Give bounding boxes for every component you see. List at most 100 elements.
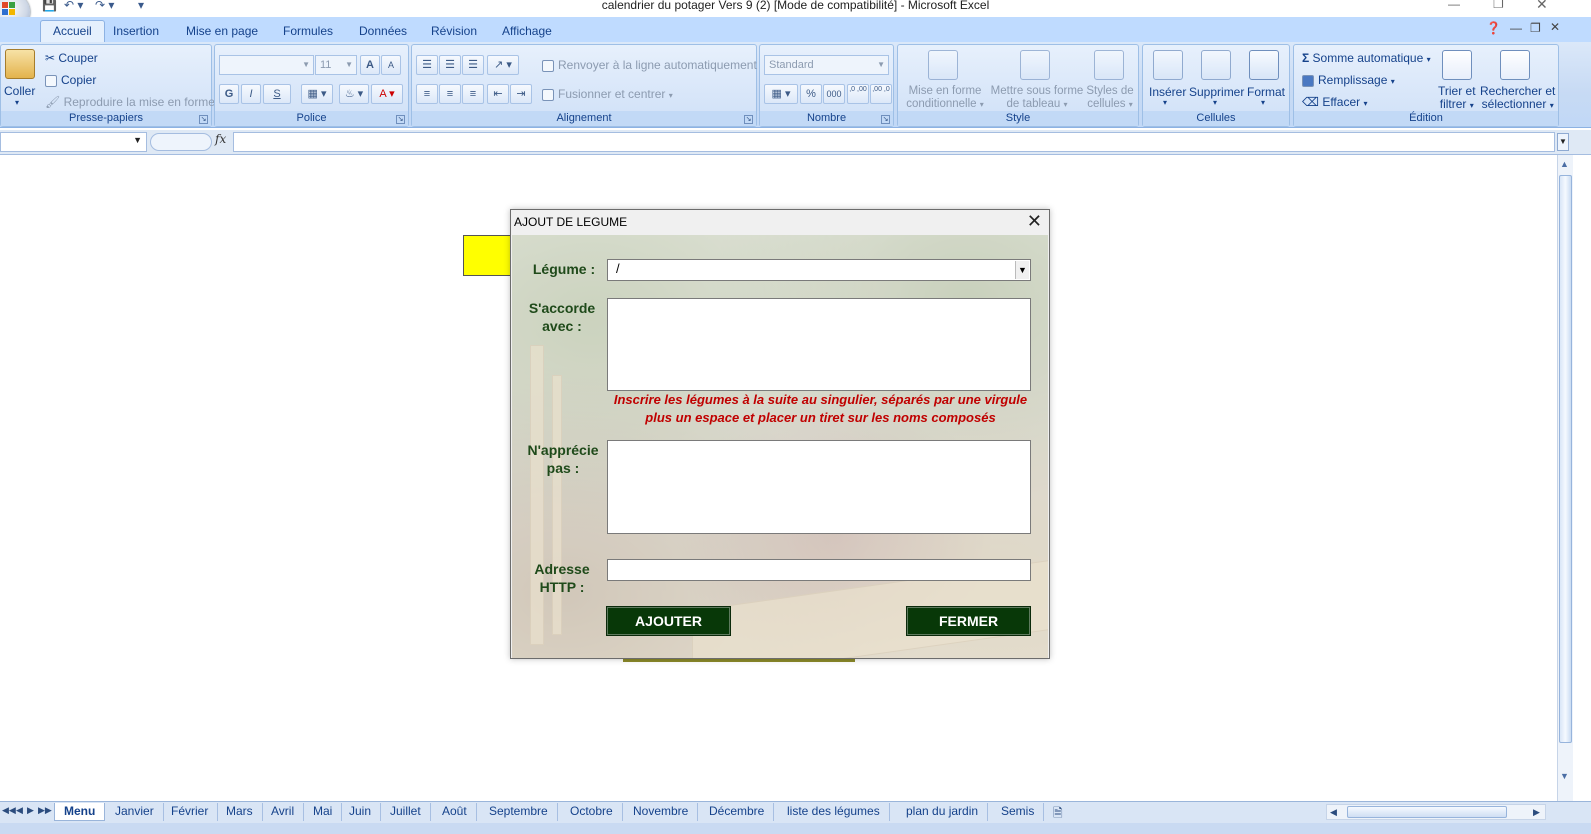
align-middle-icon[interactable]: ☰ [439,55,461,75]
http-address-input[interactable] [607,559,1031,581]
format-as-table-button[interactable]: Mettre sous forme de tableau ▾ [990,85,1084,111]
format-dropdown-icon[interactable]: ▾ [1261,98,1265,107]
saccorde-textarea[interactable] [607,298,1031,391]
ajouter-button[interactable]: AJOUTER [606,606,731,636]
close-window-icon[interactable]: ✕ [1536,0,1548,13]
tab-accueil[interactable]: Accueil [40,20,105,43]
expand-formula-bar-icon[interactable]: ▼ [1557,133,1569,151]
prev-sheet-icon[interactable]: ◀ [16,805,23,816]
currency-icon[interactable]: ▦ ▾ [764,84,798,104]
name-box-dropdown-icon[interactable]: ▼ [133,135,142,145]
ribbon-close-icon[interactable]: ✕ [1550,20,1560,34]
align-top-icon[interactable]: ☰ [416,55,438,75]
name-box[interactable]: ▼ [0,132,147,152]
font-name-combo[interactable]: ▼ [219,55,314,75]
fill-button[interactable]: Remplissage ▾ [1302,73,1395,87]
ribbon-restore-icon[interactable]: ❐ [1530,21,1541,35]
dialog-close-icon[interactable]: ✕ [1027,211,1042,232]
insert-dropdown-icon[interactable]: ▾ [1163,98,1167,107]
number-launcher-icon[interactable]: ↘ [881,115,890,124]
wrap-text-button[interactable]: Renvoyer à la ligne automatiquement [542,58,757,72]
scroll-right-icon[interactable]: ▶ [1533,807,1540,818]
tab-donnees[interactable]: Données [349,22,417,40]
scroll-up-icon[interactable]: ▲ [1560,159,1569,169]
next-sheet-icon[interactable]: ▶ [27,805,34,816]
sheet-tab-novembre[interactable]: Novembre [624,803,699,821]
scroll-down-icon[interactable]: ▼ [1560,771,1569,781]
sheet-tab-aout[interactable]: Août [433,803,477,821]
paste-button[interactable]: Coller [4,84,35,98]
sheet-tab-liste-des-legumes[interactable]: liste des légumes [778,803,890,821]
sheet-tab-avril[interactable]: Avril [262,803,305,821]
sort-filter-icon[interactable] [1442,50,1472,80]
align-center-icon[interactable]: ≡ [439,84,461,104]
sheet-tab-janvier[interactable]: Janvier [106,803,164,821]
sheet-tab-octobre[interactable]: Octobre [561,803,623,821]
sheet-tab-juin[interactable]: Juin [340,803,382,821]
vertical-scrollbar[interactable]: ▲ ▼ [1557,155,1573,801]
increase-decimal-button[interactable]: ,0 ,00 [847,84,869,104]
sheet-tab-mars[interactable]: Mars [217,803,263,821]
format-cells-button[interactable]: Format [1247,85,1285,99]
insert-function-button[interactable]: fx [215,132,226,146]
sheet-tab-menu[interactable]: Menu [54,803,106,821]
sheet-tab-septembre[interactable]: Septembre [480,803,558,821]
align-left-icon[interactable]: ≡ [416,84,438,104]
tab-mise-en-page[interactable]: Mise en page [176,22,268,40]
italic-button[interactable]: I [241,84,261,104]
format-painter-button[interactable]: 🖌 Reproduire la mise en forme [45,95,215,109]
legume-dropdown-icon[interactable]: ▼ [1015,261,1029,279]
sheet-tab-juillet[interactable]: Juillet [381,803,431,821]
sheet-tab-decembre[interactable]: Décembre [700,803,775,821]
font-launcher-icon[interactable]: ↘ [396,115,405,124]
clipboard-launcher-icon[interactable]: ↘ [199,115,208,124]
delete-cells-button[interactable]: Supprimer [1189,85,1244,99]
binoculars-icon[interactable] [1500,50,1530,80]
font-color-icon[interactable]: A ▾ [371,84,403,104]
copy-button[interactable]: Copier [45,73,96,87]
first-sheet-icon[interactable]: ◀◀ [2,805,16,816]
horizontal-scroll-thumb[interactable] [1347,806,1507,818]
clear-button[interactable]: ⌫ Effacer ▾ [1302,95,1367,109]
borders-icon[interactable]: ▦ ▾ [301,84,333,104]
cut-button[interactable]: ✂ Couper [45,51,98,65]
shrink-font-icon[interactable]: A [381,55,401,75]
find-select-button[interactable]: Rechercher et sélectionner ▾ [1480,85,1555,112]
sheet-tab-mai[interactable]: Mai [304,803,343,821]
fermer-button[interactable]: FERMER [906,606,1031,636]
format-as-table-icon[interactable] [1020,50,1050,80]
ribbon-minimize-icon[interactable]: — [1510,21,1522,35]
underline-button[interactable]: S [263,84,291,104]
insert-cells-button[interactable]: Insérer [1149,85,1186,99]
minimize-icon[interactable]: — [1448,0,1460,11]
insert-sheet-icon[interactable]: 🗎 [1053,804,1063,825]
conditional-format-icon[interactable] [928,50,958,80]
horizontal-scrollbar[interactable]: ◀ ▶ [1326,804,1546,820]
alignment-launcher-icon[interactable]: ↘ [744,115,753,124]
decrease-decimal-button[interactable]: ,00 ,0 [870,84,892,104]
delete-cells-icon[interactable] [1201,50,1231,80]
tab-affichage[interactable]: Affichage [492,22,562,40]
number-format-combo[interactable]: Standard ▼ [764,55,889,75]
tab-insertion[interactable]: Insertion [103,22,169,40]
font-size-combo[interactable]: 11 ▼ [315,55,357,75]
insert-cells-icon[interactable] [1153,50,1183,80]
merge-center-button[interactable]: Fusionner et centrer ▾ [542,87,673,101]
vertical-scroll-thumb[interactable] [1559,175,1572,743]
increase-indent-icon[interactable]: ⇥ [510,84,532,104]
conditional-format-button[interactable]: Mise en forme conditionnelle ▾ [902,85,988,111]
sheet-tab-semis[interactable]: Semis [992,803,1045,821]
autosum-button[interactable]: Σ Somme automatique ▾ [1302,51,1431,65]
fill-color-icon[interactable]: ♨ ▾ [339,84,369,104]
cell-styles-icon[interactable] [1094,50,1124,80]
napprecie-textarea[interactable] [607,440,1031,534]
help-icon[interactable]: ❓ [1486,21,1501,35]
paste-icon[interactable] [5,49,35,79]
cell-styles-button[interactable]: Styles de cellules ▾ [1084,85,1136,111]
orientation-icon[interactable]: ↗ ▾ [487,55,519,75]
last-sheet-icon[interactable]: ▶▶ [38,805,52,816]
formula-input[interactable] [233,132,1555,152]
legume-combo[interactable]: / ▼ [607,259,1031,281]
grow-font-icon[interactable]: A [360,55,380,75]
align-right-icon[interactable]: ≡ [462,84,484,104]
